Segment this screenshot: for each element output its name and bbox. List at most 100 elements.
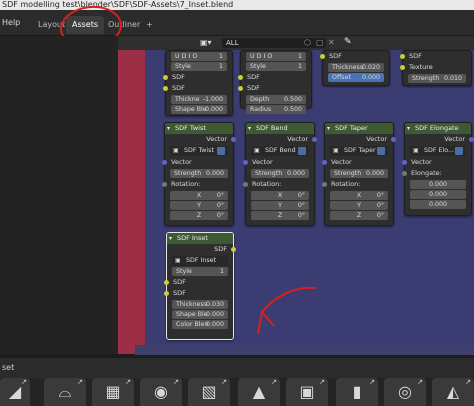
pin-icon[interactable]: ✎ [344, 37, 352, 47]
udio-field[interactable]: U D I O1 [246, 52, 306, 61]
vector-output-row: Vector [405, 134, 474, 145]
asset-thumbnail-2[interactable]: ⌓ ↗ [44, 378, 86, 406]
add-workspace-button[interactable]: + [140, 16, 159, 34]
mesh-icon: ◭ [446, 382, 460, 401]
strength-field[interactable]: Strength 0.000 [251, 169, 309, 178]
node-header[interactable]: ▾ SDF Inset [167, 233, 233, 244]
node-sdf-bend[interactable]: ▾ SDF Bend Vector ▣ SDF Bend Vector Streng… [243, 122, 317, 226]
fake-user-icon [298, 147, 306, 155]
fake-user-icon [377, 147, 385, 155]
pyramid-icon: ▲ [252, 382, 266, 401]
asset-shelf-label: set [2, 363, 15, 372]
rotation-label: Rotation: [322, 179, 393, 190]
node-tree-select[interactable]: ▣ SDF Taper [330, 146, 388, 156]
asset-thumbnail-4[interactable]: ◉ ↗ [140, 378, 182, 406]
offset-field[interactable]: Offset 0.000 [328, 73, 384, 82]
node-tree-select[interactable]: ▣ SDF Inset [172, 256, 228, 266]
node-sdf-taper[interactable]: ▾ SDF Taper Vector ▣ SDF Taper Vector Stre… [322, 122, 396, 226]
node-header[interactable]: ▾ SDF Taper [325, 123, 393, 134]
elongate-x-field[interactable]: 0.000 [410, 180, 466, 189]
shape-blend-field[interactable]: Shape Ble 0.000 [172, 310, 228, 319]
elongate-z-field[interactable]: 0.000 [410, 200, 466, 209]
help-menu[interactable]: Help [2, 18, 20, 27]
window-title: SDF modelling test\blender\SDF\SDF-Asset… [2, 0, 234, 9]
asset-shelf: ◢ ↗ ⌓ ↗ ▦ ↗ ◉ ↗ ▧ ↗ ▲ ↗ ▣ ↗ ▮ ↗ ◎ ↗ ◭ ↗ [0, 378, 474, 406]
node-group-icon: ▣ [254, 147, 260, 154]
asset-thumbnail-1[interactable]: ◢ ↗ [0, 378, 30, 406]
asset-thumbnail-8[interactable]: ▮ ↗ [336, 378, 378, 406]
rotation-z-field[interactable]: Z 0° [330, 211, 388, 220]
node-sdf-inset[interactable]: ▾ SDF Inset SDF ▣ SDF Inset Style 1 SDF SDF… [164, 232, 236, 340]
node-header[interactable]: ▾ SDF Twist [165, 123, 233, 134]
asset-thumbnail-9[interactable]: ◎ ↗ [384, 378, 426, 406]
asset-thumbnail-3[interactable]: ▦ ↗ [92, 378, 134, 406]
collapse-icon: ▾ [167, 125, 171, 132]
rotation-label: Rotation: [243, 179, 314, 190]
strength-field[interactable]: Strength 0.000 [170, 169, 228, 178]
link-icon: ↗ [319, 378, 325, 386]
asset-thumbnail-10[interactable]: ◭ ↗ [432, 378, 474, 406]
fake-user-icon [217, 147, 225, 155]
rotation-y-field[interactable]: Y 0° [170, 201, 228, 210]
shape-blend-field[interactable]: Shape Ble 0.000 [171, 105, 227, 114]
node-tree-select[interactable]: ▣ SDF Twist [170, 146, 228, 156]
style-field[interactable]: Style 1 [172, 267, 228, 276]
asset-thumbnail-5[interactable]: ▧ ↗ [188, 378, 230, 406]
style-field[interactable]: Style 1 [246, 62, 306, 71]
node-header[interactable]: ▾ SDF Bend [246, 123, 314, 134]
collapse-icon: ▾ [169, 235, 173, 242]
rotation-x-field[interactable]: X 0° [251, 191, 309, 200]
vector-output-row: Vector [246, 134, 317, 145]
link-icon: ↗ [221, 378, 227, 386]
vector-input-row: Vector [162, 157, 233, 168]
editor-header: ▣▾ ALL ⬡ ▢ ✕ ✎ [118, 36, 474, 50]
depth-field[interactable]: Depth 0.500 [246, 95, 306, 104]
rotation-y-field[interactable]: Y 0° [330, 201, 388, 210]
node-top-middle[interactable]: U D I O1 Style 1 SDF SDF Depth 0.500 Radiu… [238, 50, 312, 114]
thickness-field[interactable]: Thickness 0.020 [328, 63, 384, 72]
node-sdf-twist[interactable]: ▾ SDF Twist Vector ▣ SDF Twist Vector Stre… [162, 122, 236, 226]
rotation-y-field[interactable]: Y 0° [251, 201, 309, 210]
rotation-x-field[interactable]: X 0° [170, 191, 228, 200]
node-top-left[interactable]: U D I O1 Style 1 SDF SDF Thickne -1.000 Sh… [163, 50, 233, 116]
node-sdf-elongate[interactable]: ▾ SDF Elongate Vector ▣ SDF Elo... Vector … [402, 122, 474, 216]
vector-input-row: Vector [322, 157, 393, 168]
sdf-input-row: SDF [164, 277, 233, 288]
link-icon: ↗ [77, 378, 83, 386]
node-group-icon: ▣ [173, 147, 179, 154]
sphere-icon: ◉ [154, 382, 168, 401]
color-blend-field[interactable]: Color Blen 0.000 [172, 320, 228, 329]
elongate-y-field[interactable]: 0.000 [410, 190, 466, 199]
filter-icon[interactable]: ⬡ [304, 38, 311, 47]
close-icon[interactable]: ✕ [328, 38, 335, 47]
node-texture[interactable]: SDF Texture Strength 0.010 [400, 50, 472, 86]
rotation-z-field[interactable]: Z 0° [251, 211, 309, 220]
sdf-input-row-2: SDF [238, 83, 311, 94]
rotation-x-field[interactable]: X 0° [330, 191, 388, 200]
node-header[interactable]: ▾ SDF Elongate [405, 123, 471, 134]
node-tree-select[interactable]: ▣ SDF Bend [251, 146, 309, 156]
asset-thumbnail-6[interactable]: ▲ ↗ [238, 378, 280, 406]
link-icon: ↗ [465, 378, 471, 386]
thickness-field[interactable]: Thickne -1.000 [171, 95, 227, 104]
link-icon: ↗ [271, 378, 277, 386]
strength-field[interactable]: Strength 0.000 [330, 169, 388, 178]
node-tree-select[interactable]: ▣ SDF Elo... [410, 146, 466, 156]
elongate-label: Elongate: [402, 168, 471, 179]
node-top-right[interactable]: SDF Thickness 0.020 Offset 0.000 [320, 50, 390, 86]
style-field[interactable]: Style 1 [171, 62, 227, 71]
sdf-input-row: SDF [238, 72, 311, 83]
node-type-icon[interactable]: ▣▾ [200, 38, 212, 47]
node-group-icon: ▣ [413, 147, 419, 154]
strength-field[interactable]: Strength 0.010 [408, 74, 466, 83]
cylinder-icon: ▮ [352, 382, 362, 401]
left-panel [0, 36, 118, 354]
rotation-z-field[interactable]: Z 0° [170, 211, 228, 220]
radius-field[interactable]: Radius 0.500 [246, 105, 306, 114]
asset-thumbnail-7[interactable]: ▣ ↗ [286, 378, 328, 406]
texture-icon: ▧ [201, 382, 217, 401]
udio-field[interactable]: U D I O1 [171, 52, 227, 61]
link-icon: ↗ [369, 378, 375, 386]
new-icon[interactable]: ▢ [316, 38, 324, 47]
thickness-field[interactable]: Thickness 0.030 [172, 300, 228, 309]
